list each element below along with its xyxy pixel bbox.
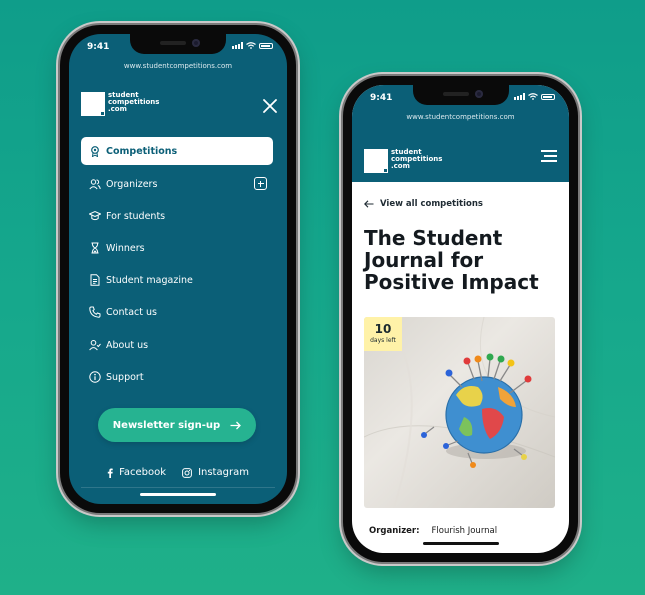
menu-item-label: About us xyxy=(106,339,149,351)
phone-menu-view: 9:41 www.studentcompetitions.com student… xyxy=(60,25,296,513)
url-bar[interactable]: www.studentcompetitions.com xyxy=(352,113,569,121)
footer-divider xyxy=(81,487,275,488)
arrow-right-icon xyxy=(230,421,242,429)
status-time: 9:41 xyxy=(87,42,110,52)
back-to-competitions-link[interactable]: View all competitions xyxy=(364,199,483,209)
menu-screen: 9:41 www.studentcompetitions.com student… xyxy=(69,34,287,504)
organizer-value[interactable]: Flourish Journal xyxy=(432,526,498,536)
document-icon xyxy=(90,274,100,286)
newsletter-signup-button[interactable]: Newsletter sign-up xyxy=(98,408,256,442)
instagram-icon xyxy=(182,467,192,478)
wifi-icon xyxy=(528,93,538,100)
instagram-link[interactable]: Instagram xyxy=(182,467,249,478)
site-logo[interactable]: student competitions .com xyxy=(81,92,159,116)
site-logo[interactable]: student competitions .com xyxy=(364,149,442,173)
arrow-left-icon xyxy=(364,200,374,208)
menu-item-label: Competitions xyxy=(106,145,178,157)
phone-icon xyxy=(89,306,101,318)
days-left-label: days left xyxy=(370,337,396,344)
close-icon[interactable] xyxy=(263,99,277,113)
logo-mark xyxy=(81,92,105,116)
info-icon xyxy=(89,371,101,383)
competition-image[interactable]: 10 days left xyxy=(364,317,555,508)
battery-icon xyxy=(259,42,273,49)
logo-text: student competitions .com xyxy=(391,148,443,170)
newsletter-label: Newsletter sign-up xyxy=(112,419,221,431)
days-left-value: 10 xyxy=(374,322,392,336)
menu-item-winners[interactable]: Winners xyxy=(81,234,273,262)
hamburger-menu-icon[interactable] xyxy=(541,149,557,163)
days-left-badge: 10 days left xyxy=(364,317,402,351)
battery-icon xyxy=(541,93,555,100)
signal-icon xyxy=(232,42,243,49)
social-links: Facebook Instagram xyxy=(69,467,287,478)
facebook-link[interactable]: Facebook xyxy=(107,467,166,478)
award-icon xyxy=(91,146,99,157)
menu-item-about-us[interactable]: About us xyxy=(81,331,273,359)
back-link-label: View all competitions xyxy=(380,199,483,209)
phone-competition-view: 9:41 www.studentcompetitions.com student… xyxy=(343,76,578,562)
menu-item-student-magazine[interactable]: Student magazine xyxy=(81,266,273,294)
organizer-row: Organizer: Flourish Journal xyxy=(369,526,497,536)
home-indicator[interactable] xyxy=(422,542,499,545)
expand-plus-icon[interactable] xyxy=(254,177,267,190)
graduation-cap-icon xyxy=(89,210,101,221)
menu-item-label: Contact us xyxy=(106,306,157,318)
facebook-icon xyxy=(107,468,113,478)
organizer-key: Organizer: xyxy=(369,526,420,536)
competition-title: The Student Journal for Positive Impact xyxy=(364,226,539,294)
menu-item-label: Support xyxy=(106,371,144,383)
status-time: 9:41 xyxy=(370,93,393,103)
menu-item-competitions[interactable]: Competitions xyxy=(81,137,273,165)
menu-item-support[interactable]: Support xyxy=(81,363,273,391)
url-bar[interactable]: www.studentcompetitions.com xyxy=(69,62,287,70)
menu-item-label: Organizers xyxy=(106,178,158,190)
phone-notch xyxy=(130,34,226,54)
menu-item-organizers[interactable]: Organizers xyxy=(81,170,273,198)
competition-screen: 9:41 www.studentcompetitions.com student… xyxy=(352,85,569,553)
users-icon xyxy=(89,179,101,190)
menu-item-contact-us[interactable]: Contact us xyxy=(81,298,273,326)
phone-notch xyxy=(412,85,509,105)
wifi-icon xyxy=(246,42,256,49)
user-check-icon xyxy=(89,340,101,351)
logo-text: student competitions .com xyxy=(108,91,160,113)
instagram-label: Instagram xyxy=(198,467,249,478)
logo-mark xyxy=(364,149,388,173)
signal-icon xyxy=(514,93,525,100)
facebook-label: Facebook xyxy=(119,467,167,478)
hourglass-icon xyxy=(91,242,99,254)
home-indicator[interactable] xyxy=(140,493,216,496)
menu-item-for-students[interactable]: For students xyxy=(81,202,273,230)
menu-item-label: Student magazine xyxy=(106,274,193,286)
menu-item-label: Winners xyxy=(106,242,145,254)
menu-item-label: For students xyxy=(106,210,166,222)
